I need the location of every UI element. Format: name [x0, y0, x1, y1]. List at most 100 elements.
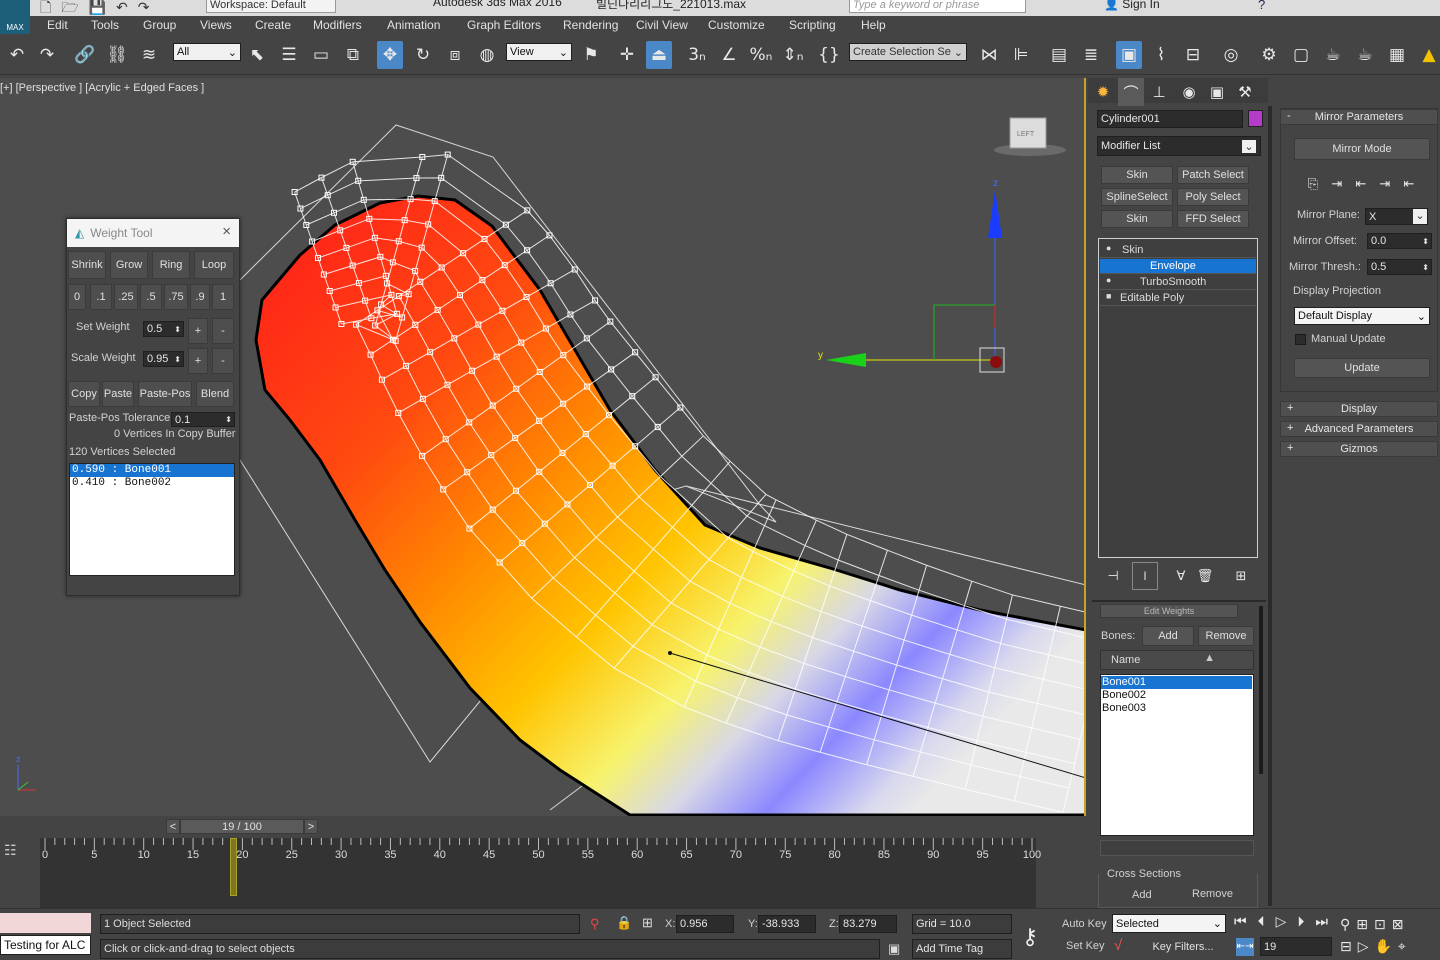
z-coord-field[interactable]: 83.279 [839, 915, 897, 933]
remove-bone-button[interactable]: Remove [1198, 626, 1254, 646]
redo-icon[interactable]: ↷ [34, 41, 60, 69]
create-tab-icon[interactable]: ✹ [1090, 78, 1116, 106]
object-name-field[interactable]: Cylinder001 [1097, 110, 1243, 128]
spinner-arrows-icon[interactable]: ⬍ [1422, 237, 1429, 246]
x-coord-field[interactable]: 0.956 [676, 915, 734, 933]
expand-icon[interactable]: ■ [1106, 291, 1111, 301]
weight-preset-button[interactable]: .5 [140, 284, 162, 310]
menu-item-help[interactable]: Help [861, 18, 886, 32]
time-slider-prev-button[interactable]: < [166, 819, 180, 834]
select-manipulate-icon[interactable]: ✛ [614, 41, 640, 69]
utilities-tab-icon[interactable]: ⚒ [1232, 78, 1258, 106]
vertex-weights-list[interactable]: 0.590 : Bone001 0.410 : Bone002 [69, 463, 235, 576]
scale-icon[interactable]: ⧈ [442, 41, 468, 69]
weight-paste-button[interactable]: Paste [102, 381, 134, 407]
menu-item-customize[interactable]: Customize [708, 18, 765, 32]
weight-list-item[interactable]: 0.410 : Bone002 [70, 477, 234, 490]
display-tab-icon[interactable]: ▣ [1204, 78, 1230, 106]
paste-blue-verts-icon[interactable]: ⇤ [1396, 170, 1422, 198]
absolute-mode-icon[interactable]: ⊞ [642, 915, 653, 931]
gizmo-y-arrow[interactable] [826, 353, 866, 367]
time-slider-next-button[interactable]: > [304, 819, 318, 834]
set-weight-minus-button[interactable]: - [212, 318, 234, 344]
render-setup-icon[interactable]: ⚙ [1256, 41, 1282, 69]
weight-preset-button[interactable]: .1 [90, 284, 112, 310]
show-end-result-icon[interactable]: ⏽ [1132, 562, 1158, 590]
modifier-set-skin-button[interactable]: Skin [1101, 210, 1173, 228]
edit-envelopes-button[interactable]: Edit Weights [1100, 604, 1238, 618]
time-config-icon[interactable]: ⇤⇥ [1236, 938, 1254, 956]
curve-editor-icon[interactable]: ⌇ [1148, 41, 1174, 69]
set-key-icon[interactable]: ⚷ [1022, 924, 1038, 950]
sign-in-link[interactable]: 👤 Sign In [1104, 0, 1160, 11]
keyboard-shortcut-icon[interactable]: ⏏ [646, 41, 672, 69]
weight-tool-titlebar[interactable]: ◭ Weight Tool × [67, 219, 239, 247]
align-icon[interactable]: ⊫ [1008, 41, 1034, 69]
maxscript-listener-top[interactable] [0, 913, 91, 933]
key-mode-dropdown[interactable]: Selected ⌄ [1112, 914, 1226, 933]
menu-item-views[interactable]: Views [200, 18, 232, 32]
placement-icon[interactable]: ◍ [474, 41, 500, 69]
ribbon-icon[interactable]: ▣ [1116, 41, 1142, 69]
skinned-cylinder[interactable] [254, 194, 1086, 816]
spinner-arrows-icon[interactable]: ⬍ [225, 415, 232, 424]
mirror-mode-button[interactable]: Mirror Mode [1294, 138, 1430, 160]
window-crossing-icon[interactable]: ⧉ [340, 41, 366, 69]
bind-spacewarp-icon[interactable]: ≋ [136, 41, 162, 69]
viewport-label[interactable]: [+] [Perspective ] [Acrylic + Edged Face… [0, 82, 204, 94]
set-weight-plus-button[interactable]: + [188, 318, 208, 344]
rect-region-icon[interactable]: ▭ [308, 41, 334, 69]
angle-snap-icon[interactable]: ∠ [716, 41, 742, 69]
menu-item-rendering[interactable]: Rendering [563, 18, 618, 32]
hierarchy-tab-icon[interactable]: ⊥ [1146, 78, 1172, 106]
menu-item-create[interactable]: Create [255, 18, 291, 32]
paste-green-verts-icon[interactable]: ⇥ [1372, 170, 1398, 198]
warning-icon[interactable]: ▲ [1416, 41, 1440, 69]
set-key-button[interactable]: Set Key [1066, 940, 1105, 952]
named-selection-dropdown[interactable]: Create Selection Se ⌄ [849, 43, 967, 61]
weight-preset-button[interactable]: .9 [190, 284, 210, 310]
mirror-offset-spinner[interactable]: 0.0 ⬍ [1367, 233, 1432, 249]
key-curve-icon[interactable]: √ [1114, 937, 1122, 954]
gizmo-z-arrow[interactable] [988, 190, 1002, 238]
ref-coord-dropdown[interactable]: View ⌄ [506, 43, 572, 61]
pivot-center-icon[interactable]: ⚑ [578, 41, 604, 69]
mirror-thresh-spinner[interactable]: 0.5 ⬍ [1367, 259, 1432, 275]
lightbulb-icon[interactable]: ● [1106, 275, 1111, 285]
render-iterative-icon[interactable]: ☕ [1352, 41, 1378, 69]
select-by-name-icon[interactable]: ☰ [276, 41, 302, 69]
scale-weight-plus-button[interactable]: + [188, 348, 208, 374]
rollout-advanced-parameters[interactable]: + Advanced Parameters [1280, 421, 1438, 437]
menu-item-tools[interactable]: Tools [91, 18, 119, 32]
add-time-tag[interactable]: Add Time Tag [912, 939, 1012, 959]
bone-list-item[interactable]: Bone002 [1101, 689, 1252, 702]
modifier-set-patch-select-button[interactable]: Patch Select [1177, 166, 1249, 184]
paste-blue-to-green-icon[interactable]: ⇤ [1348, 170, 1374, 198]
maxscript-listener[interactable]: Testing for ALC [0, 935, 91, 955]
mirror-icon[interactable]: ⋈ [976, 41, 1002, 69]
weight-preset-button[interactable]: 1 [212, 284, 234, 310]
paste-pos-tolerance-spinner[interactable]: 0.1 ⬍ [171, 412, 235, 427]
schematic-view-icon[interactable]: ⊟ [1180, 41, 1206, 69]
modify-tab-icon[interactable]: ⌒ [1118, 78, 1144, 106]
motion-tab-icon[interactable]: ◉ [1176, 78, 1202, 106]
snap-3d-icon[interactable]: 3ₙ [684, 41, 710, 69]
gizmo-plane-handle[interactable] [933, 304, 995, 360]
bones-name-header[interactable]: Name ▲ [1100, 650, 1254, 670]
undo-icon[interactable]: ↶ [4, 41, 30, 69]
modifier-stack-item[interactable]: ● TurboSmooth [1100, 275, 1256, 290]
menu-item-modifiers[interactable]: Modifiers [313, 18, 362, 32]
weight-blend-button[interactable]: Blend [196, 381, 234, 407]
weight-grow-button[interactable]: Grow [110, 251, 148, 279]
bone-list-item[interactable]: Bone001 [1101, 676, 1252, 689]
modifier-stack-item[interactable]: Envelope [1100, 259, 1256, 274]
selection-filter-dropdown[interactable]: All ⌄ [173, 43, 241, 61]
modifier-stack-item[interactable]: ● Skin [1100, 243, 1256, 258]
configure-sets-icon[interactable]: ⊞ [1228, 562, 1254, 590]
time-slider[interactable]: 19 / 100 [180, 819, 304, 834]
y-coord-field[interactable]: -38.933 [758, 915, 816, 933]
menu-item-animation[interactable]: Animation [387, 18, 440, 32]
menu-item-edit[interactable]: Edit [47, 18, 68, 32]
manual-update-checkbox[interactable] [1295, 334, 1306, 345]
modifier-set-poly-select-button[interactable]: Poly Select [1177, 188, 1249, 206]
